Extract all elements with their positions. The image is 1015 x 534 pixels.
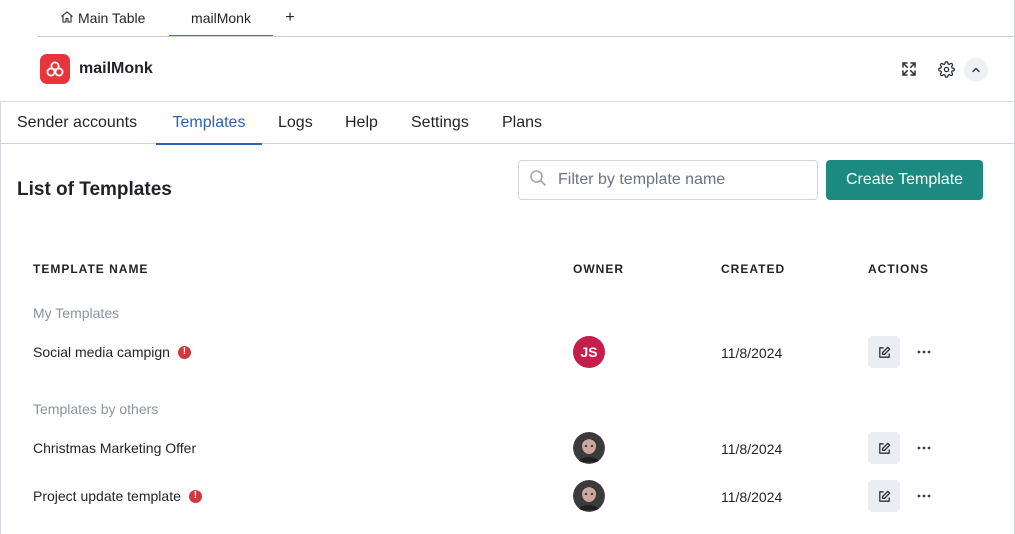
tab-main-table[interactable]: Main Table — [60, 0, 145, 36]
gear-icon[interactable] — [935, 58, 957, 80]
nav-sender-accounts[interactable]: Sender accounts — [17, 102, 137, 144]
board-divider — [38, 36, 1015, 37]
more-horizontal-icon[interactable] — [913, 485, 935, 507]
add-tab-button[interactable]: + — [283, 0, 297, 36]
template-name: Project update template — [33, 488, 181, 504]
chevron-up-icon[interactable] — [964, 58, 988, 82]
template-name: Christmas Marketing Offer — [33, 440, 197, 456]
column-header-template-name: TEMPLATE NAME — [33, 262, 149, 276]
edit-icon[interactable] — [868, 336, 900, 368]
nav-plans[interactable]: Plans — [502, 102, 542, 144]
more-horizontal-icon[interactable] — [913, 437, 935, 459]
table-row-name[interactable]: Christmas Marketing Offer — [33, 440, 196, 456]
more-horizontal-icon[interactable] — [913, 341, 935, 363]
create-template-button[interactable]: Create Template — [826, 160, 983, 200]
avatar — [573, 480, 605, 512]
home-icon — [60, 10, 74, 27]
search-input[interactable] — [558, 171, 798, 189]
avatar — [573, 432, 605, 464]
main-nav: Sender accounts Templates Logs Help Sett… — [0, 102, 1015, 145]
table-row-name[interactable]: Project update template ! — [33, 488, 202, 504]
column-header-owner: OWNER — [573, 262, 624, 276]
created-date: 11/8/2024 — [721, 489, 783, 505]
nav-settings[interactable]: Settings — [411, 102, 469, 144]
edit-icon[interactable] — [868, 432, 900, 464]
nav-help[interactable]: Help — [345, 102, 378, 144]
nav-logs[interactable]: Logs — [278, 102, 313, 144]
column-header-created: CREATED — [721, 262, 786, 276]
tab-mailmonk-label: mailMonk — [191, 10, 251, 26]
search-box — [518, 160, 818, 200]
template-name: Social media campign — [33, 344, 170, 360]
created-date: 11/8/2024 — [721, 441, 783, 457]
column-header-actions: ACTIONS — [868, 262, 929, 276]
board-tab-bar: Main Table mailMonk + — [0, 0, 1015, 37]
search-icon — [529, 169, 547, 192]
group-label-my-templates: My Templates — [33, 305, 120, 321]
nav-templates[interactable]: Templates — [156, 102, 262, 145]
app-title: mailMonk — [79, 60, 153, 77]
created-date: 11/8/2024 — [721, 345, 783, 361]
mailmonk-logo-icon — [40, 54, 70, 84]
panel-left-border — [0, 101, 1, 534]
edit-icon[interactable] — [868, 480, 900, 512]
expand-icon[interactable] — [898, 58, 920, 80]
page-title: List of Templates — [17, 179, 172, 200]
table-row-name[interactable]: Social media campign ! — [33, 344, 191, 360]
warning-icon: ! — [177, 345, 191, 359]
tab-mailmonk[interactable]: mailMonk — [169, 0, 273, 37]
avatar: JS — [573, 336, 605, 368]
group-label-templates-by-others: Templates by others — [33, 401, 159, 417]
tab-main-table-label: Main Table — [78, 10, 146, 26]
warning-icon: ! — [188, 489, 202, 503]
